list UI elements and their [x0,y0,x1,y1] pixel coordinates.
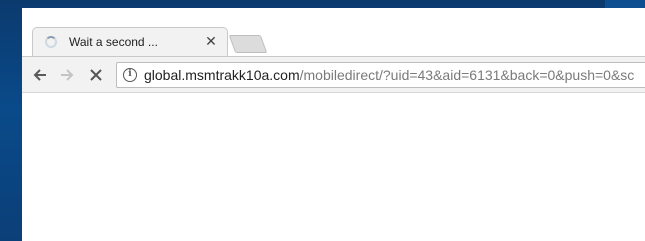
tab-strip: Wait a second ... ✕ [22,8,645,57]
info-icon[interactable]: i [123,68,137,82]
tab-active[interactable]: Wait a second ... ✕ [32,27,228,57]
forward-button[interactable] [57,65,77,85]
address-bar[interactable]: i global.msmtrakk10a.com/mobiledirect/?u… [116,62,645,88]
stop-button[interactable] [86,65,106,85]
new-tab-button[interactable] [228,35,268,53]
close-icon [90,69,102,81]
url-host: global.msmtrakk10a.com [144,67,300,83]
tab-title: Wait a second ... [69,35,158,49]
url-path: /mobiledirect/?uid=43&aid=6131&back=0&pu… [299,67,635,83]
toolbar: i global.msmtrakk10a.com/mobiledirect/?u… [22,56,645,93]
loading-spinner-icon [45,36,57,48]
browser-window: Wait a second ... ✕ i global.msmtrakk10a… [22,8,645,241]
arrow-right-icon [61,69,74,81]
back-button[interactable] [30,65,50,85]
page-content [22,93,645,241]
tab-close-icon[interactable]: ✕ [203,33,219,49]
arrow-left-icon [33,69,46,81]
url-text[interactable]: global.msmtrakk10a.com/mobiledirect/?uid… [144,67,634,83]
